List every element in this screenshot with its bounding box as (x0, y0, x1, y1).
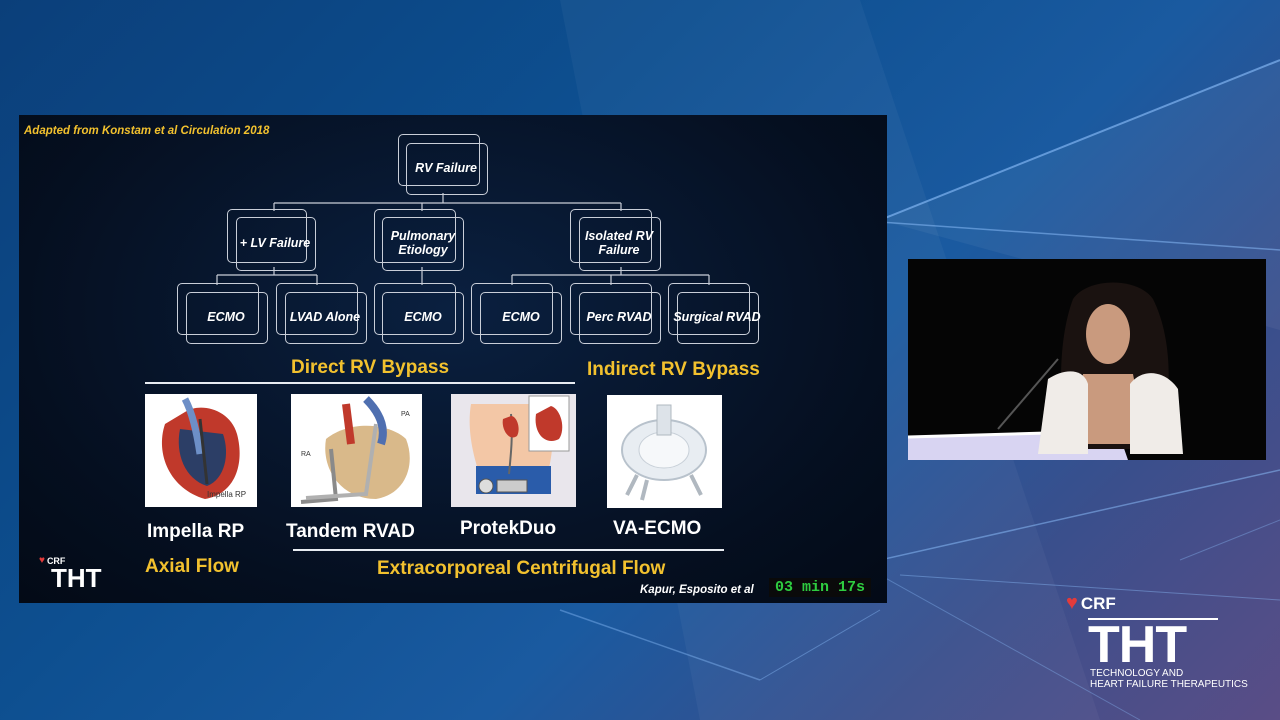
protekduo-image (451, 394, 576, 507)
impella-rp-image-caption: Impella RP (207, 490, 246, 499)
direct-bypass-label: Direct RV Bypass (291, 357, 450, 378)
tandem-rvad-image: PA RA (291, 394, 422, 507)
device-name-tandem-rvad: Tandem RVAD (286, 521, 415, 542)
va-ecmo-image (607, 395, 722, 508)
slide-logo: ♥ CRF THT (39, 555, 102, 593)
svg-text:RA: RA (301, 451, 311, 458)
device-name-impella-rp: Impella RP (147, 521, 245, 542)
tree-node-surgical-rvad: Surgical RVAD (673, 310, 761, 324)
tree-node-lv-failure: + LV Failure (239, 236, 311, 250)
event-logo-tagline-2: HEART FAILURE THERAPEUTICS (1090, 679, 1248, 690)
tree-node-perc-rvad: Perc RVAD (586, 310, 652, 324)
device-name-protekduo: ProtekDuo (460, 518, 557, 539)
tree-node-ecmo-3: ECMO (502, 310, 540, 324)
svg-text:PA: PA (401, 411, 410, 418)
heart-icon: ♥ (1066, 592, 1078, 614)
event-logo-brand: CRF (1080, 593, 1116, 613)
tree-node-isolated: Isolated RV Failure (584, 229, 654, 257)
citation: Kapur, Esposito et al (640, 584, 754, 596)
presentation-slide: Adapted from Konstam et al Circulation 2… (19, 115, 887, 603)
centrifugal-flow-label: Extracorporeal Centrifugal Flow (377, 558, 666, 579)
event-logo: ♥ CRF THT TECHNOLOGY AND HEART FAILURE T… (1066, 592, 1248, 690)
impella-rp-image: Impella RP (145, 394, 257, 507)
tree-node-pulmonary: Pulmonary Etiology (390, 229, 456, 257)
event-logo-tagline-1: TECHNOLOGY AND (1090, 668, 1184, 679)
direct-bypass-rule (145, 382, 575, 384)
session-timer: 03 min 17s (769, 578, 872, 597)
slide-logo-name: THT (51, 563, 102, 593)
speaker-video (908, 259, 1266, 460)
tree-node-root: RV Failure (415, 161, 477, 175)
indirect-bypass-label: Indirect RV Bypass (587, 359, 760, 380)
tree-node-ecmo-1: ECMO (207, 310, 245, 324)
axial-flow-label: Axial Flow (145, 556, 239, 577)
heart-icon: ♥ (39, 555, 45, 566)
tree-node-ecmo-2: ECMO (404, 310, 442, 324)
event-logo-name: THT (1088, 616, 1187, 674)
centrifugal-rule (293, 549, 724, 551)
device-name-va-ecmo: VA-ECMO (613, 518, 702, 539)
tree-node-lvad: LVAD Alone (289, 310, 361, 324)
